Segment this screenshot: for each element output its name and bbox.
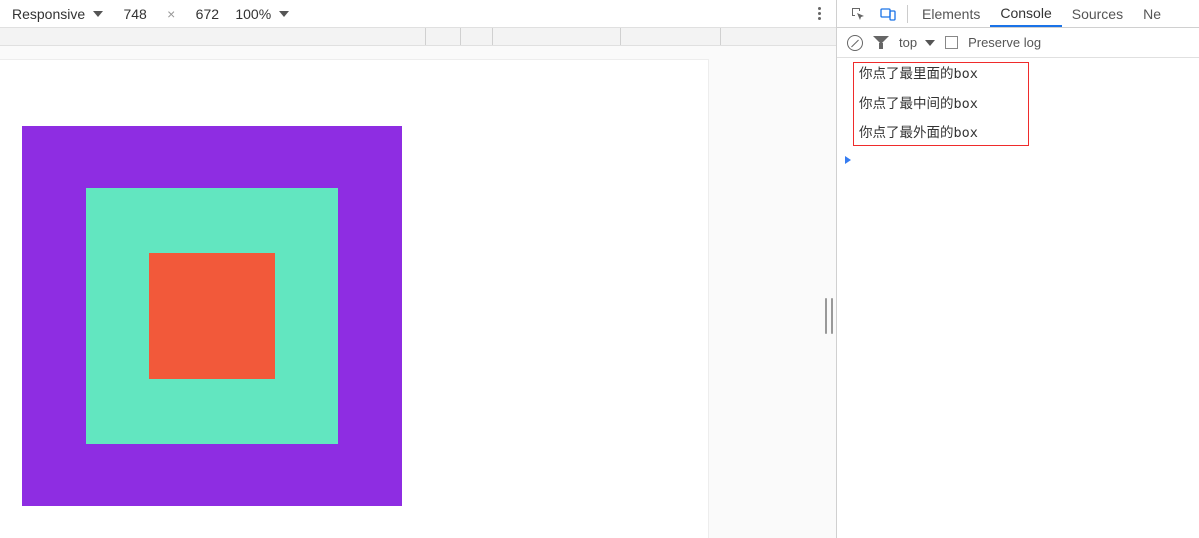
filter-icon[interactable]	[873, 36, 889, 50]
outer-box[interactable]	[22, 126, 402, 506]
rendered-page-pane: Responsive 748 × 672 100%	[0, 0, 836, 538]
tab-next-partial[interactable]: Ne	[1133, 0, 1171, 27]
devtools-tabs: Elements Console Sources Ne	[837, 0, 1199, 28]
console-message: 你点了最中间的box	[837, 90, 1199, 120]
viewport-height-input[interactable]: 672	[187, 6, 227, 22]
preserve-log-checkbox[interactable]	[945, 36, 958, 49]
inner-box[interactable]	[149, 253, 275, 379]
middle-box[interactable]	[86, 188, 338, 444]
chevron-down-icon	[279, 11, 289, 17]
devtools-pane: Elements Console Sources Ne top Preserve…	[836, 0, 1199, 538]
context-label: top	[899, 35, 917, 50]
device-mode-label: Responsive	[12, 6, 85, 22]
clear-console-icon[interactable]	[847, 35, 863, 51]
inspect-element-icon[interactable]	[849, 5, 867, 23]
console-message: 你点了最外面的box	[837, 119, 1199, 149]
chevron-down-icon	[93, 11, 103, 17]
toggle-device-toolbar-icon[interactable]	[879, 5, 897, 23]
zoom-label: 100%	[235, 6, 271, 22]
page-frame	[0, 60, 708, 538]
console-output: 你点了最里面的box 你点了最中间的box 你点了最外面的box	[837, 58, 1199, 538]
tab-sources[interactable]: Sources	[1062, 0, 1133, 27]
console-message: 你点了最里面的box	[837, 60, 1199, 90]
viewport-area	[0, 46, 836, 538]
chevron-right-icon	[845, 156, 851, 164]
breakpoint-ruler[interactable]	[0, 28, 836, 46]
chevron-down-icon	[925, 40, 935, 46]
console-toolbar: top Preserve log	[837, 28, 1199, 58]
preserve-log-label: Preserve log	[968, 35, 1041, 50]
console-prompt[interactable]	[837, 149, 1199, 171]
execution-context-select[interactable]: top	[899, 35, 935, 50]
tab-console[interactable]: Console	[990, 0, 1061, 27]
device-toolbar: Responsive 748 × 672 100%	[0, 0, 836, 28]
device-mode-select[interactable]: Responsive	[8, 4, 107, 24]
dimension-separator: ×	[167, 6, 175, 22]
pane-resize-handle[interactable]	[822, 292, 836, 340]
more-options-button[interactable]	[810, 5, 828, 23]
viewport-width-input[interactable]: 748	[115, 6, 155, 22]
zoom-select[interactable]: 100%	[235, 6, 289, 22]
tab-elements[interactable]: Elements	[912, 0, 990, 27]
